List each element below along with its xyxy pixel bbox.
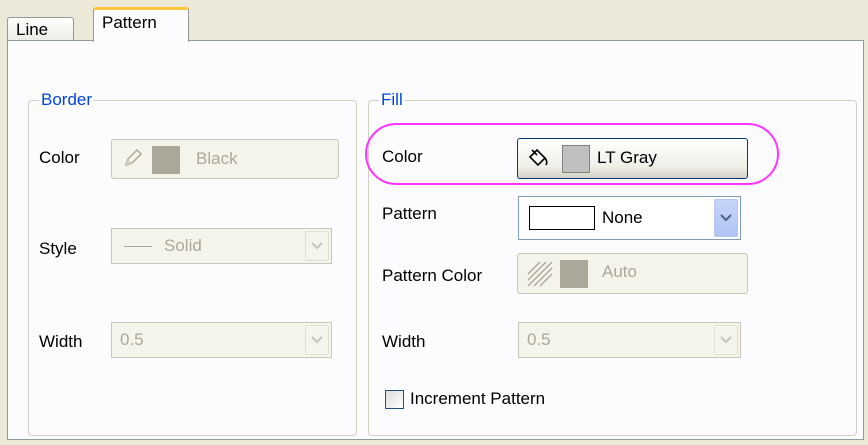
border-color-label: Color	[39, 148, 80, 167]
tab-panel-pattern: Border Color Black Style Solid Width 0.5…	[7, 40, 864, 440]
border-style-label: Style	[39, 239, 77, 258]
pattern-preview	[529, 206, 595, 230]
fill-color-label: Color	[382, 147, 423, 166]
pattern-value: None	[602, 208, 643, 227]
fill-width-select[interactable]: 0.5	[518, 322, 741, 358]
fill-legend: Fill	[379, 90, 405, 110]
pattern-color-button[interactable]: Auto	[517, 253, 748, 294]
border-legend: Border	[39, 90, 95, 110]
solid-line-icon	[124, 246, 152, 247]
border-color-value: Black	[196, 149, 238, 168]
pattern-color-value: Auto	[602, 262, 637, 281]
increment-pattern-label[interactable]: Increment Pattern	[410, 389, 545, 409]
border-color-button[interactable]: Black	[111, 139, 339, 179]
border-color-swatch	[152, 146, 180, 174]
fill-width-value: 0.5	[527, 330, 551, 349]
increment-pattern-checkbox[interactable]	[385, 390, 404, 409]
tab-pattern[interactable]: Pattern	[93, 7, 189, 42]
tab-pattern-label: Pattern	[102, 13, 157, 32]
tab-line[interactable]: Line	[7, 17, 74, 41]
paint-bucket-icon	[526, 147, 550, 174]
chevron-down-icon[interactable]	[305, 231, 329, 261]
pattern-select[interactable]: None	[518, 196, 741, 240]
chevron-down-icon[interactable]	[305, 325, 329, 355]
border-width-select[interactable]: 0.5	[111, 322, 332, 358]
pattern-color-swatch	[560, 260, 588, 288]
border-width-value: 0.5	[120, 330, 144, 349]
pattern-color-label: Pattern Color	[382, 266, 483, 285]
chevron-down-icon[interactable]	[714, 199, 738, 237]
fill-color-swatch	[562, 145, 590, 173]
pattern-label: Pattern	[382, 204, 437, 223]
hatch-icon	[526, 260, 554, 293]
tab-line-label: Line	[16, 20, 49, 39]
border-style-select[interactable]: Solid	[111, 228, 332, 264]
fill-width-label: Width	[382, 332, 426, 351]
border-style-value: Solid	[164, 236, 202, 255]
chevron-down-icon[interactable]	[714, 325, 738, 355]
border-width-label: Width	[39, 332, 83, 351]
fill-color-button[interactable]: LT Gray	[517, 138, 748, 179]
fill-color-value: LT Gray	[597, 148, 657, 167]
pencil-icon	[122, 147, 144, 174]
